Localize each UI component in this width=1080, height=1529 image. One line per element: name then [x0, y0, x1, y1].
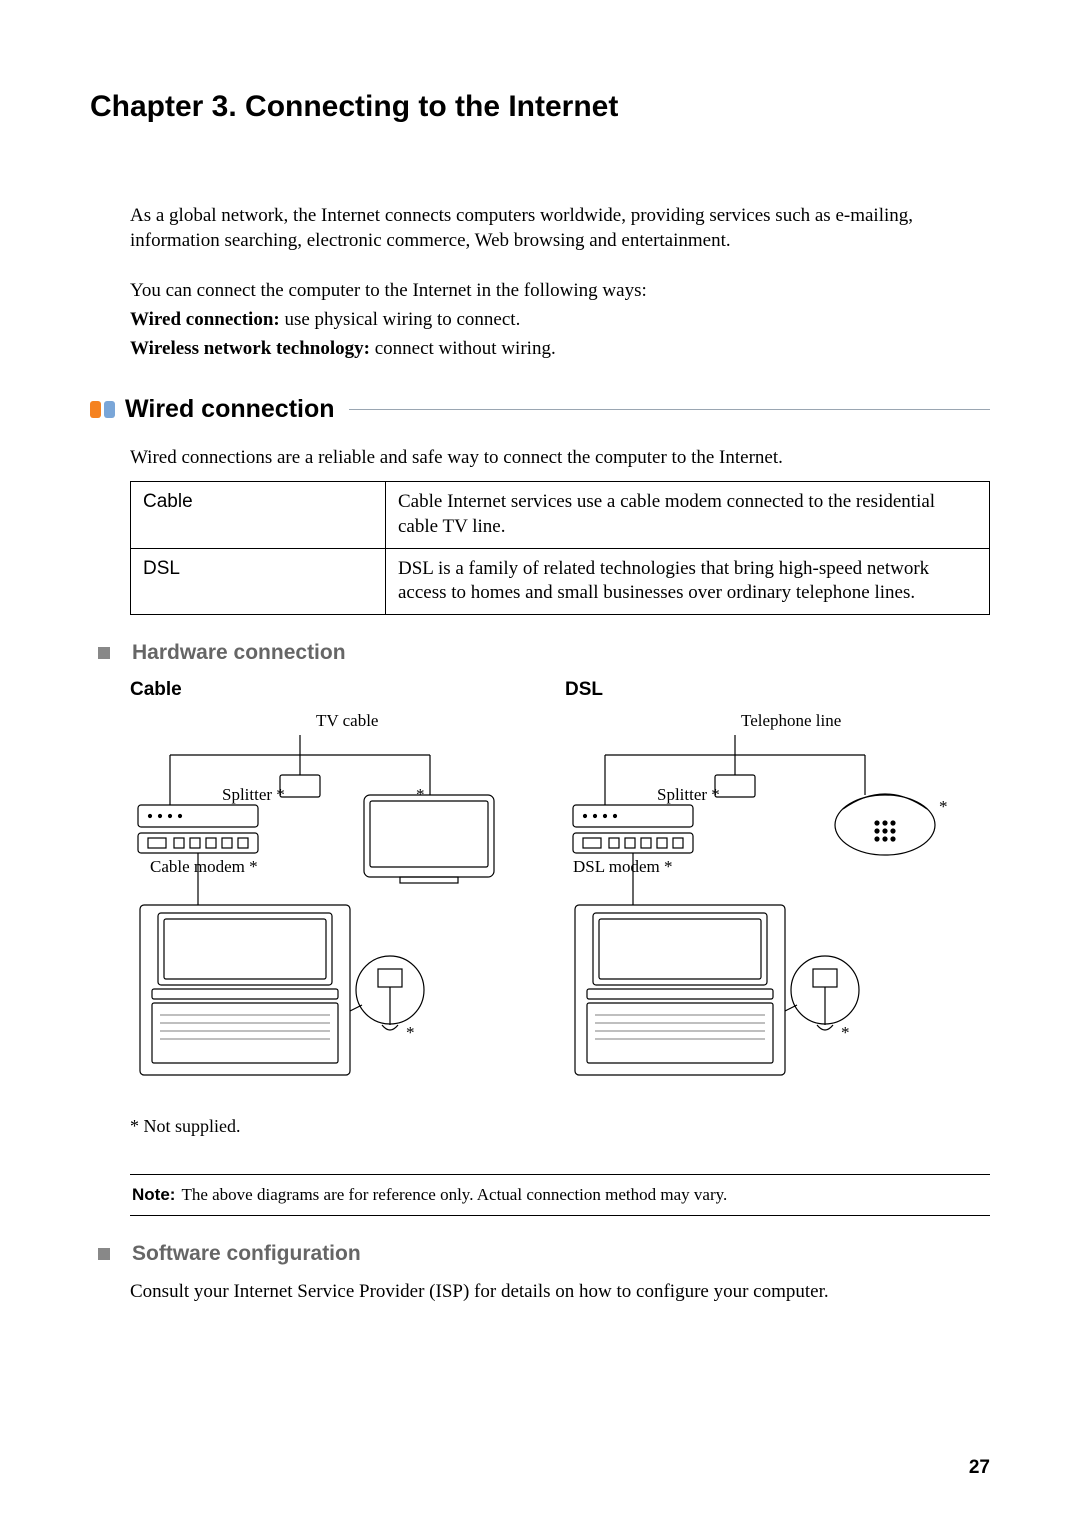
cable-modem-label: Cable modem *	[150, 857, 258, 877]
table-row: DSL DSL is a family of related technolog…	[131, 548, 990, 614]
section-marker-icon	[90, 401, 115, 418]
term-dsl: DSL	[131, 548, 386, 614]
page-number: 27	[969, 1457, 990, 1479]
software-subhead: Software configuration	[90, 1242, 990, 1266]
asterisk-label: *	[406, 1023, 415, 1043]
desc-dsl: DSL is a family of related technologies …	[386, 548, 990, 614]
square-bullet-icon	[98, 647, 110, 659]
section-wired-header: Wired connection	[90, 395, 990, 424]
wireless-label: Wireless network technology:	[130, 338, 370, 359]
dsl-diagram-svg	[565, 705, 965, 1105]
intro-p2: You can connect the computer to the Inte…	[130, 279, 990, 304]
note-label: Note:	[132, 1185, 175, 1204]
cable-diagram-svg	[130, 705, 530, 1105]
connection-table: Cable Cable Internet services use a cabl…	[130, 481, 990, 615]
table-row: Cable Cable Internet services use a cabl…	[131, 482, 990, 548]
tv-cable-label: TV cable	[316, 711, 378, 731]
splitter-label: Splitter *	[657, 785, 720, 805]
intro-p1: As a global network, the Internet connec…	[130, 204, 990, 253]
wired-text: use physical wiring to connect.	[280, 309, 521, 330]
software-p: Consult your Internet Service Provider (…	[130, 1280, 990, 1305]
dsl-diagram-title: DSL	[565, 679, 990, 701]
cable-diagram-title: Cable	[130, 679, 555, 701]
chapter-title: Chapter 3. Connecting to the Internet	[90, 90, 990, 124]
wireless-text: connect without wiring.	[370, 338, 556, 359]
splitter-label: Splitter *	[222, 785, 285, 805]
asterisk-label: *	[841, 1023, 850, 1043]
software-subhead-text: Software configuration	[132, 1242, 361, 1266]
telephone-line-label: Telephone line	[741, 711, 841, 731]
note-text: The above diagrams are for reference onl…	[181, 1185, 727, 1204]
wired-label: Wired connection:	[130, 309, 280, 330]
hardware-subhead: Hardware connection	[90, 641, 990, 665]
intro-wired: Wired connection: use physical wiring to…	[130, 308, 990, 333]
hardware-subhead-text: Hardware connection	[132, 641, 346, 665]
not-supplied-footnote: * Not supplied.	[130, 1115, 990, 1138]
desc-cable: Cable Internet services use a cable mode…	[386, 482, 990, 548]
cable-diagram: TV cable Splitter * * Cable modem * *	[130, 705, 555, 1105]
dsl-modem-label: DSL modem *	[573, 857, 672, 877]
note-box: Note: The above diagrams are for referenc…	[130, 1174, 990, 1216]
term-cable: Cable	[131, 482, 386, 548]
square-bullet-icon	[98, 1248, 110, 1260]
asterisk-label: *	[416, 785, 425, 805]
asterisk-label: *	[939, 797, 948, 817]
section-wired-title: Wired connection	[125, 395, 335, 424]
section-rule	[349, 409, 990, 410]
dsl-diagram: Telephone line Splitter * * DSL modem * …	[565, 705, 990, 1105]
intro-wireless: Wireless network technology: connect wit…	[130, 337, 990, 362]
wired-p1: Wired connections are a reliable and saf…	[130, 446, 990, 471]
